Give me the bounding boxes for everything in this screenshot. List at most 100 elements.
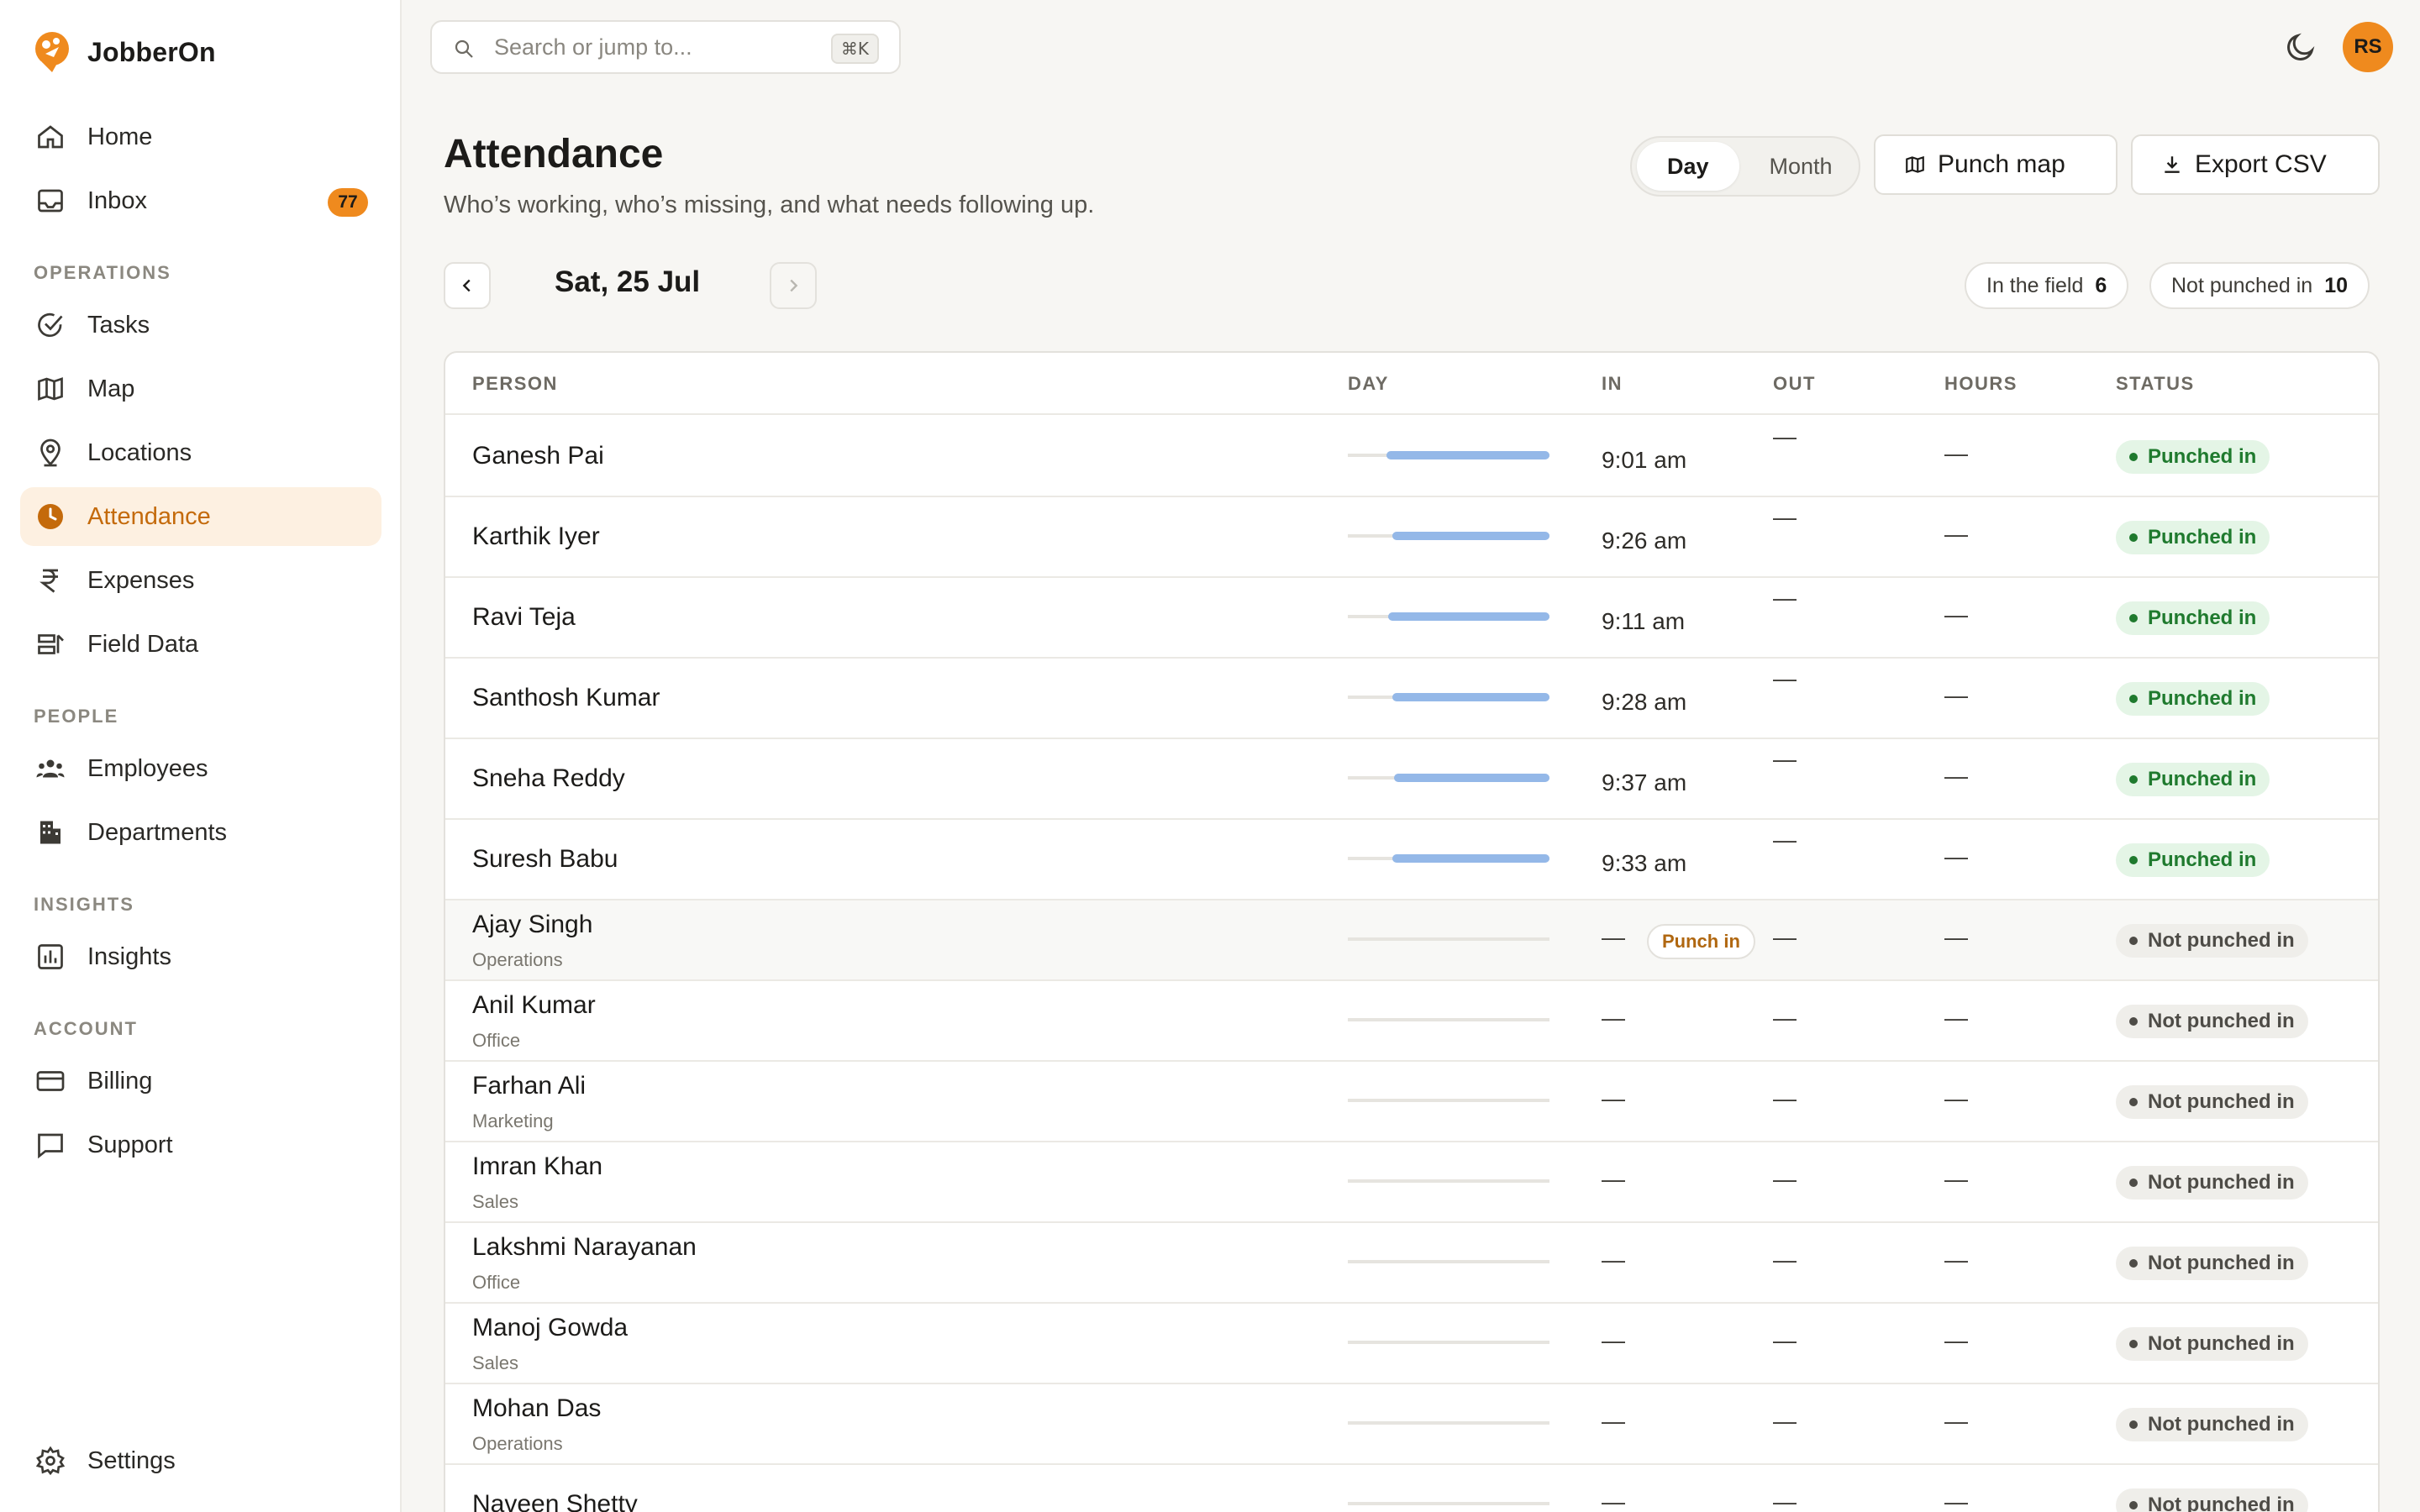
person-name: Suresh Babu xyxy=(472,845,618,873)
punch-in-time: — xyxy=(1602,924,1625,950)
status-label: Punched in xyxy=(2148,768,2257,790)
hours-value: — xyxy=(1944,682,1968,708)
table-row[interactable]: Naveen Shetty — — — Not punched in xyxy=(445,1465,2378,1512)
nav-insights[interactable]: Insights xyxy=(20,927,381,986)
nav-departments-label: Departments xyxy=(87,818,228,846)
chevron-right-icon xyxy=(790,279,798,292)
status-dot-icon xyxy=(2129,533,2138,542)
status-label: Punched in xyxy=(2148,445,2257,468)
status-dot-icon xyxy=(2129,1098,2138,1106)
day-timeline-bar xyxy=(1386,451,1549,459)
table-row[interactable]: Manoj Gowda Sales — — — Not punched in xyxy=(445,1304,2378,1384)
status-badge: Punched in xyxy=(2116,763,2270,796)
punch-in-time: — xyxy=(1602,1085,1625,1111)
punch-in-time: — xyxy=(1602,1327,1625,1353)
status-badge: Not punched in xyxy=(2116,1166,2308,1200)
not-punched-pill[interactable]: Not punched in 10 xyxy=(2149,262,2370,309)
table-row[interactable]: Anil Kumar Office — — — Not punched in xyxy=(445,981,2378,1062)
nav-home[interactable]: Home xyxy=(20,108,381,166)
not-punched-count: 10 xyxy=(2324,273,2348,297)
hours-value: — xyxy=(1944,440,1968,466)
status-label: Not punched in xyxy=(2148,1171,2295,1194)
nav-employees[interactable]: Employees xyxy=(20,739,381,798)
user-avatar[interactable]: RS xyxy=(2343,22,2393,72)
status-dot-icon xyxy=(2129,1420,2138,1429)
current-date: Sat, 25 Jul xyxy=(555,265,701,298)
status-badge: Not punched in xyxy=(2116,1327,2308,1361)
table-row[interactable]: Imran Khan Sales — — — Not punched in xyxy=(445,1142,2378,1223)
search-input[interactable]: Search or jump to... ⌘K xyxy=(430,20,901,74)
table-row[interactable]: Mohan Das Operations — — — Not punched in xyxy=(445,1384,2378,1465)
punch-in-time: 9:01 am xyxy=(1602,447,1687,473)
next-day-button[interactable] xyxy=(770,262,817,309)
person-name: Ravi Teja xyxy=(472,603,576,631)
person-department: Operations xyxy=(472,1433,563,1454)
status-dot-icon xyxy=(2129,453,2138,461)
in-field-pill[interactable]: In the field 6 xyxy=(1965,262,2129,309)
nav-attendance[interactable]: Attendance xyxy=(20,487,381,546)
punch-in-time: 9:26 am xyxy=(1602,528,1687,554)
table-row[interactable]: Ajay Singh Operations — Punch in — — Not punch… xyxy=(445,900,2378,981)
nav-home-label: Home xyxy=(87,123,153,150)
hours-value: — xyxy=(1944,1166,1968,1192)
person-name: Manoj Gowda xyxy=(472,1314,629,1341)
person-name: Santhosh Kumar xyxy=(472,684,660,711)
search-shortcut: ⌘K xyxy=(830,34,879,64)
view-month-button[interactable]: Month xyxy=(1739,142,1863,191)
status-label: Punched in xyxy=(2148,606,2257,629)
header-out: OUT xyxy=(1773,373,1816,394)
nav-field-data[interactable]: Field Data xyxy=(20,615,381,674)
day-timeline-track xyxy=(1348,1099,1549,1102)
export-csv-button[interactable]: Export CSV xyxy=(2131,134,2380,195)
table-row[interactable]: Sneha Reddy 9:37 am — — Punched in xyxy=(445,739,2378,820)
table-row[interactable]: Farhan Ali Marketing — — — Not punched in xyxy=(445,1062,2378,1142)
status-label: Not punched in xyxy=(2148,929,2295,952)
person-department: Sales xyxy=(472,1352,519,1373)
nav-billing[interactable]: Billing xyxy=(20,1052,381,1110)
nav-tasks[interactable]: Tasks xyxy=(20,296,381,354)
in-field-label: In the field xyxy=(1986,273,2084,297)
status-label: Not punched in xyxy=(2148,1090,2295,1113)
brand-name: JobberOn xyxy=(87,36,216,67)
nav-locations[interactable]: Locations xyxy=(20,423,381,482)
nav-expenses[interactable]: Expenses xyxy=(20,551,381,610)
status-dot-icon xyxy=(2129,937,2138,945)
hours-value: — xyxy=(1944,1085,1968,1111)
person-name: Farhan Ali xyxy=(472,1072,587,1100)
punch-out-time: — xyxy=(1773,924,1797,950)
punch-in-button[interactable]: Punch in xyxy=(1647,924,1755,959)
hours-value: — xyxy=(1944,843,1968,869)
nav-support[interactable]: Support xyxy=(20,1116,381,1174)
day-timeline-track xyxy=(1348,1018,1549,1021)
brand[interactable]: JobberOn xyxy=(34,30,216,74)
nav-settings[interactable]: Settings xyxy=(20,1431,381,1490)
punch-out-time: — xyxy=(1773,1327,1797,1353)
status-dot-icon xyxy=(2129,856,2138,864)
dark-mode-toggle-icon[interactable] xyxy=(2284,30,2317,64)
view-day-button[interactable]: Day xyxy=(1637,142,1739,191)
table-row[interactable]: Suresh Babu 9:33 am — — Punched in xyxy=(445,820,2378,900)
previous-day-button[interactable] xyxy=(444,262,491,309)
table-row[interactable]: Santhosh Kumar 9:28 am — — Punched in xyxy=(445,659,2378,739)
nav-field-data-label: Field Data xyxy=(87,630,199,658)
punch-out-time: — xyxy=(1773,665,1797,691)
nav-insights-label: Insights xyxy=(87,942,171,970)
table-row[interactable]: Ravi Teja 9:11 am — — Punched in xyxy=(445,578,2378,659)
nav-departments[interactable]: Departments xyxy=(20,803,381,862)
person-name: Mohan Das xyxy=(472,1394,602,1422)
table-row[interactable]: Karthik Iyer 9:26 am — — Punched in xyxy=(445,497,2378,578)
punch-map-button[interactable]: Punch map xyxy=(1874,134,2118,195)
status-badge: Not punched in xyxy=(2116,924,2308,958)
status-badge: Not punched in xyxy=(2116,1005,2308,1038)
section-insights: INSIGHTS xyxy=(34,894,134,915)
nav-locations-label: Locations xyxy=(87,438,192,466)
header-person: PERSON xyxy=(472,373,558,394)
table-row[interactable]: Ganesh Pai 9:01 am — — Punched in xyxy=(445,417,2378,497)
section-people: PEOPLE xyxy=(34,706,119,727)
home-icon xyxy=(38,125,63,149)
table-row[interactable]: Lakshmi Narayanan Office — — — Not punched in xyxy=(445,1223,2378,1304)
download-icon xyxy=(2165,156,2180,173)
nav-inbox[interactable]: Inbox 77 xyxy=(20,171,381,230)
person-name: Karthik Iyer xyxy=(472,522,600,550)
nav-map[interactable]: Map xyxy=(20,360,381,418)
